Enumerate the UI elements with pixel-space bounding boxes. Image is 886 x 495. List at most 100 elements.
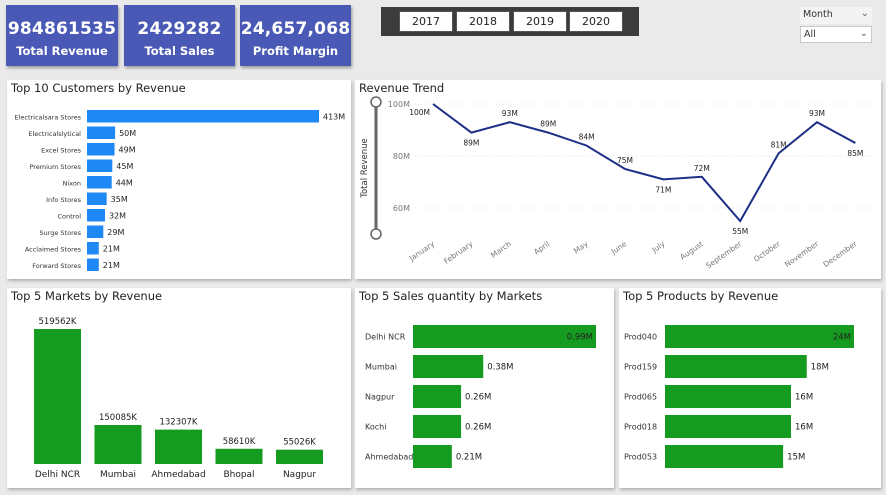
bar [665, 385, 791, 408]
revenue-trend-line-chart: Total Revenue 100M 80M 60M 100M 89M 93M 89M 84M 7… [360, 96, 873, 271]
data-label: 85M [847, 149, 863, 158]
bar [87, 192, 107, 205]
category-label: Electricalsara Stores [14, 113, 81, 121]
category-label: Info Stores [46, 196, 82, 204]
y-tick-label: 80M [393, 152, 410, 161]
y-tick-label: 100M [388, 100, 410, 109]
x-tick-label: September [704, 239, 744, 271]
data-label: 29M [107, 228, 124, 237]
bar [413, 355, 484, 378]
data-label: 84M [579, 133, 595, 142]
category-label: Prod040 [624, 333, 657, 342]
data-label: 16M [795, 423, 813, 433]
data-label: 75M [617, 156, 633, 165]
series-line [432, 103, 856, 223]
category-label: Prod053 [624, 453, 657, 462]
revenue-trend-panel: Revenue Trend Total Revenue 100M 80M 60M 100… [355, 80, 881, 279]
data-label: 21M [103, 244, 120, 253]
column [34, 329, 81, 464]
column [215, 448, 263, 464]
x-tick-label: January [407, 239, 437, 264]
category-label: Acclaimed Stores [25, 245, 82, 253]
chevron-down-icon: ⌄ [860, 8, 869, 19]
kpi-label: Total Sales [144, 44, 215, 58]
data-label: 45M [116, 162, 133, 171]
data-label: 81M [771, 140, 787, 149]
y-axis-label: Total Revenue [360, 138, 370, 199]
bar [87, 143, 115, 156]
year-button-2020[interactable]: 2020 [569, 11, 623, 32]
data-label: 55026K [283, 438, 316, 448]
category-label: Surge Stores [39, 229, 81, 237]
category-label: Ahmedabad [151, 470, 205, 480]
x-tick-label: May [572, 239, 590, 256]
kpi-label: Total Revenue [16, 44, 108, 58]
data-label: 0.38M [487, 363, 513, 373]
bar [665, 415, 791, 438]
bar [413, 385, 462, 408]
chevron-down-icon: ⌄ [859, 28, 868, 39]
category-label: Bhopal [223, 470, 254, 480]
data-label: 519562K [38, 317, 76, 327]
bar [87, 258, 99, 271]
data-label: 24M [833, 333, 851, 343]
markets-column-chart: 519562K Delhi NCR 150085K Mumbai 132307K Ahme… [34, 317, 323, 480]
year-button-2017[interactable]: 2017 [399, 11, 453, 32]
range-slider-handle-bottom [370, 228, 382, 240]
data-label: 72M [694, 164, 710, 173]
bar [413, 445, 452, 468]
bar [87, 209, 105, 222]
data-label: 100M [409, 108, 430, 117]
filter-dropdown[interactable]: All ⌄ [800, 26, 872, 43]
category-label: Nagpur [365, 393, 395, 402]
x-tick-label: December [822, 239, 860, 269]
data-label: 50M [119, 129, 136, 138]
data-label: 89M [540, 120, 556, 129]
bar [87, 110, 319, 123]
data-label: 58610K [223, 437, 256, 447]
data-label: 93M [502, 109, 518, 118]
category-label: Electricalslytical [28, 130, 81, 138]
x-tick-label: February [442, 239, 475, 266]
x-tick-label: August [678, 239, 705, 261]
range-slider-handle-top [370, 96, 382, 108]
year-slicer: 2017 2018 2019 2020 [381, 7, 639, 36]
products-bar-chart: Prod040 24M Prod159 18M Prod065 16M Prod018 16M… [624, 325, 854, 468]
data-label: 44M [116, 178, 133, 187]
kpi-card-total-sales: 2429282 Total Sales [124, 5, 235, 66]
category-label: Nagpur [283, 470, 316, 480]
bar [87, 242, 99, 255]
bar [87, 126, 116, 139]
kpi-card-total-revenue: 984861535 Total Revenue [6, 5, 118, 66]
granularity-value: Month [803, 9, 833, 20]
category-label: Delhi NCR [35, 470, 80, 480]
bar [87, 225, 104, 238]
bar [87, 159, 113, 172]
category-label: Kochi [365, 423, 386, 432]
category-label: Delhi NCR [365, 333, 406, 342]
data-label: 15M [787, 453, 805, 463]
data-label: 49M [119, 145, 136, 154]
year-button-2018[interactable]: 2018 [456, 11, 510, 32]
bar [665, 355, 807, 378]
x-tick-label: July [650, 239, 667, 255]
data-label: 32M [109, 211, 126, 220]
column [276, 449, 323, 464]
category-label: Mumbai [100, 470, 136, 480]
category-label: Excel Stores [41, 146, 81, 154]
x-tick-label: March [489, 239, 513, 260]
year-button-2019[interactable]: 2019 [513, 11, 567, 32]
granularity-dropdown[interactable]: Month ⌄ [800, 7, 872, 24]
column [94, 425, 142, 464]
data-label: 89M [463, 139, 479, 148]
customers-bar-chart: Electricalsara Stores 413M Electricalslyti… [14, 110, 345, 271]
bar [665, 325, 854, 348]
kpi-value: 2429282 [137, 19, 222, 39]
sales-quantity-bar-chart: Delhi NCR 0.99M Mumbai 0.38M Nagpur 0.26M Koch… [365, 325, 596, 468]
data-label: 16M [795, 393, 813, 403]
category-label: Premium Stores [29, 163, 81, 171]
data-label: 0.26M [465, 423, 491, 433]
x-tick-label: June [609, 239, 629, 257]
kpi-value: 24,657,068 [240, 19, 351, 39]
category-label: Prod065 [624, 393, 657, 402]
